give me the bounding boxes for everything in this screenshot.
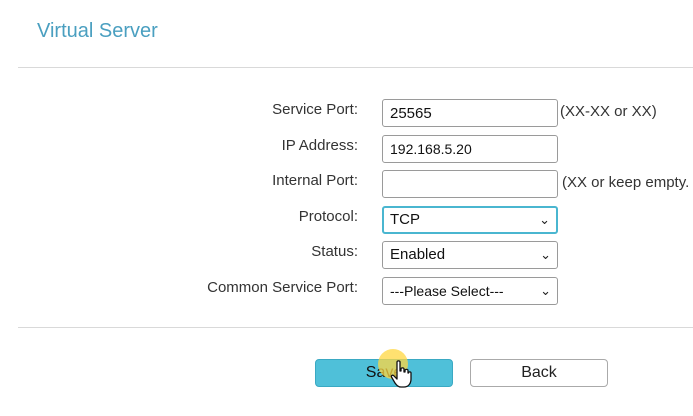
ip-address-input[interactable] <box>382 135 558 163</box>
protocol-row: Protocol: TCP ⌄ <box>0 206 693 236</box>
ip-address-row: IP Address: <box>0 135 693 165</box>
ip-address-label: IP Address: <box>281 137 358 154</box>
service-port-hint: (XX-XX or XX) <box>560 103 657 120</box>
internal-port-input[interactable] <box>382 170 558 198</box>
top-divider <box>18 67 693 68</box>
internal-port-label: Internal Port: <box>272 172 358 189</box>
chevron-down-icon: ⌄ <box>540 283 551 298</box>
hand-pointer-icon <box>390 360 412 388</box>
chevron-down-icon: ⌄ <box>540 247 551 262</box>
status-select[interactable]: Enabled ⌄ <box>382 241 558 269</box>
protocol-selected-value: TCP <box>390 211 420 228</box>
status-selected-value: Enabled <box>390 246 446 263</box>
internal-port-hint: (XX or keep empty. <box>562 174 690 191</box>
common-service-port-row: Common Service Port: ---Please Select---… <box>0 277 693 307</box>
bottom-divider <box>18 327 693 328</box>
status-label: Status: <box>311 243 358 260</box>
back-button[interactable]: Back <box>470 359 608 387</box>
internal-port-row: Internal Port: (XX or keep empty. <box>0 170 693 200</box>
service-port-row: Service Port: (XX-XX or XX) <box>0 99 693 129</box>
common-service-port-select[interactable]: ---Please Select--- ⌄ <box>382 277 558 305</box>
service-port-input[interactable] <box>382 99 558 127</box>
common-service-port-selected-value: ---Please Select--- <box>390 283 504 299</box>
chevron-down-icon: ⌄ <box>539 212 550 227</box>
protocol-label: Protocol: <box>298 208 358 225</box>
common-service-port-label: Common Service Port: <box>207 279 358 296</box>
service-port-label: Service Port: <box>272 101 358 118</box>
protocol-select[interactable]: TCP ⌄ <box>382 206 558 234</box>
page-title: Virtual Server <box>37 20 158 42</box>
status-row: Status: Enabled ⌄ <box>0 241 693 271</box>
